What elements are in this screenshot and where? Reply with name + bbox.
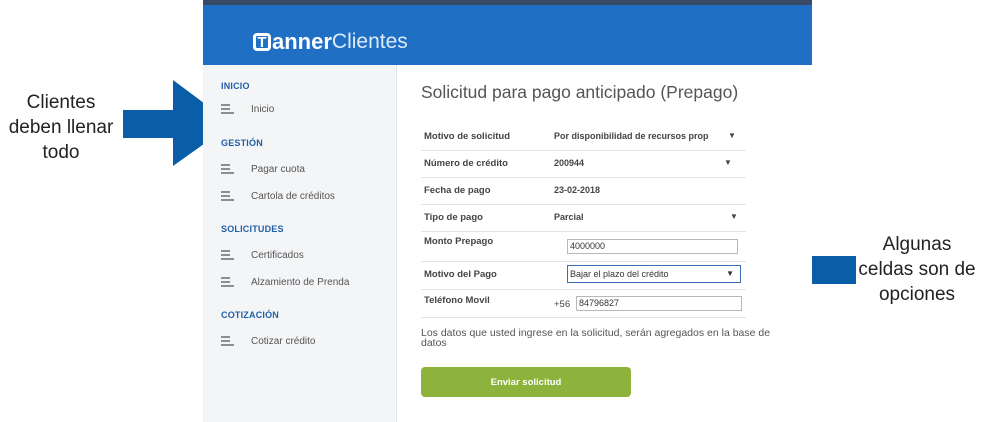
sidebar-item-alzamiento[interactable]: Alzamiento de Prenda: [221, 276, 349, 288]
sidebar-section-cotizacion: COTIZACIÓN: [221, 310, 279, 320]
annotation-left-line: deben llenar: [8, 117, 114, 138]
form-row-tipo-pago: Tipo de pago Parcial ▼: [421, 204, 746, 232]
field-label: Motivo del Pago: [424, 269, 497, 280]
tipo-pago-select[interactable]: Parcial: [554, 212, 584, 222]
submit-button[interactable]: Enviar solicitud: [421, 367, 631, 397]
brand-light: Clientes: [331, 30, 408, 53]
field-label: Fecha de pago: [424, 185, 491, 196]
sidebar-item-label: Alzamiento de Prenda: [251, 276, 350, 288]
info-note: Los datos que usted ingrese en la solici…: [421, 327, 771, 349]
field-label: Motivo de solicitud: [424, 131, 511, 142]
annotation-left-line: todo: [42, 142, 80, 163]
sidebar-item-label: Pagar cuota: [251, 163, 305, 175]
sidebar-item-label: Certificados: [251, 249, 304, 261]
annotation-left-line: Clientes: [26, 92, 96, 113]
coins-icon: [221, 190, 234, 202]
form-row-telefono: Teléfono Movil +56 84796827: [421, 289, 746, 318]
sidebar-item-cartola[interactable]: Cartola de créditos: [221, 190, 335, 202]
sidebar-item-label: Inicio: [251, 103, 275, 115]
sidebar-item-cotizar[interactable]: Cotizar crédito: [221, 335, 315, 347]
field-label: Tipo de pago: [424, 212, 483, 223]
form-row-monto-prepago: Monto Prepago 4000000: [421, 231, 746, 262]
sidebar-item-label: Cotizar crédito: [251, 335, 316, 347]
sidebar-section-gestion: GESTIÓN: [221, 138, 263, 148]
motivo-pago-select[interactable]: Bajar el plazo del crédito ▼: [567, 265, 741, 283]
form-row-motivo-pago: Motivo del Pago Bajar el plazo del crédi…: [421, 261, 746, 290]
sidebar: INICIO Inicio GESTIÓN Pagar cuota Cartol…: [203, 65, 397, 422]
brand-logo[interactable]: T anner Clientes: [253, 29, 408, 55]
numero-credito-select[interactable]: 200944: [554, 158, 584, 168]
form-row-numero-credito: Número de crédito 200944 ▼: [421, 150, 746, 178]
coins-icon: [221, 249, 234, 261]
annotation-right-line: Algunas: [882, 234, 952, 255]
coins-icon: [221, 276, 234, 288]
field-label: Teléfono Movil: [424, 295, 490, 306]
motivo-solicitud-select[interactable]: Por disponibilidad de recursos prop: [554, 131, 709, 141]
field-label: Número de crédito: [424, 158, 508, 169]
sidebar-item-certificados[interactable]: Certificados: [221, 249, 304, 261]
sidebar-section-inicio: INICIO: [221, 81, 250, 91]
sidebar-item-label: Cartola de créditos: [251, 190, 335, 202]
annotation-left: Clientes deben llenar todo: [0, 90, 122, 165]
field-label: Monto Prepago: [424, 236, 494, 247]
sidebar-section-solicitudes: SOLICITUDES: [221, 224, 284, 234]
brand-strong: anner: [272, 29, 332, 54]
app-window: T anner Clientes INICIO Inicio GESTIÓN P…: [203, 0, 812, 422]
chevron-down-icon[interactable]: ▼: [724, 158, 732, 167]
annotation-right: Algunas celdas son de opciones: [850, 232, 984, 307]
logo-letter-box: T: [253, 33, 271, 51]
page-title: Solicitud para pago anticipado (Prepago): [421, 82, 739, 102]
chevron-down-icon: ▼: [726, 269, 734, 278]
sidebar-item-inicio[interactable]: Inicio: [221, 103, 274, 115]
annotation-right-line: opciones: [878, 284, 956, 305]
form-row-motivo-solicitud: Motivo de solicitud Por disponibilidad d…: [421, 123, 746, 151]
app-header: T anner Clientes: [203, 5, 812, 65]
telefono-input[interactable]: 84796827: [576, 296, 742, 311]
chevron-down-icon[interactable]: ▼: [730, 212, 738, 221]
selected-value: Bajar el plazo del crédito: [570, 269, 669, 279]
monto-prepago-input[interactable]: 4000000: [567, 239, 738, 254]
phone-prefix: +56: [554, 299, 571, 310]
fecha-pago-value[interactable]: 23-02-2018: [554, 185, 600, 195]
annotation-right-line: celdas son de: [858, 259, 976, 280]
form-row-fecha-pago: Fecha de pago 23-02-2018: [421, 177, 746, 205]
coins-icon: [221, 335, 234, 347]
sidebar-item-pagar-cuota[interactable]: Pagar cuota: [221, 163, 305, 175]
coins-icon: [221, 103, 234, 115]
chevron-down-icon[interactable]: ▼: [728, 131, 736, 140]
coins-icon: [221, 163, 234, 175]
